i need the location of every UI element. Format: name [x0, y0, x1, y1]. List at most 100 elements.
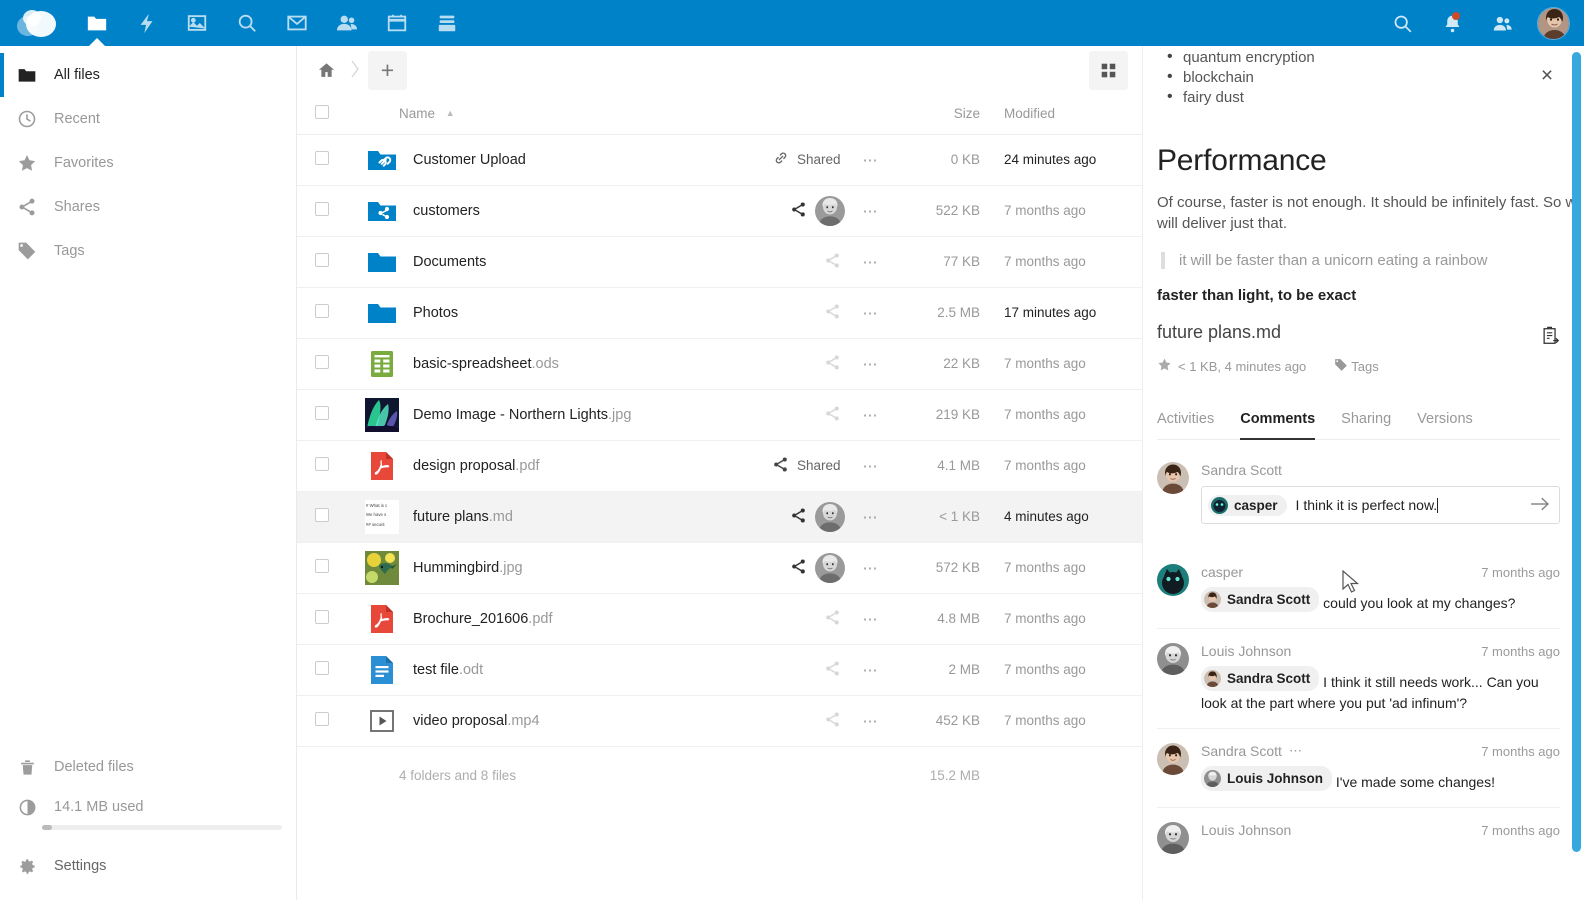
- row-name-cell[interactable]: Documents: [347, 236, 724, 287]
- sidebar-item-favorites[interactable]: Favorites: [0, 141, 296, 185]
- table-row[interactable]: Hummingbird.jpg ⋯ 572 KB 7 months ago: [297, 542, 1142, 593]
- table-row[interactable]: Demo Image - Northern Lights.jpg ⋯ 219 KB 7…: [297, 389, 1142, 440]
- tab-activities[interactable]: Activities: [1157, 411, 1214, 439]
- row-share-cell[interactable]: ⋯: [724, 287, 899, 338]
- sidebar-item-tags[interactable]: Tags: [0, 229, 296, 273]
- new-file-button[interactable]: +: [368, 50, 407, 90]
- table-row[interactable]: Brochure_201606.pdf ⋯ 4.8 MB 7 months ago: [297, 593, 1142, 644]
- app-icon-files[interactable]: [72, 0, 122, 46]
- sidebar-item-deleted-files[interactable]: Deleted files: [0, 745, 296, 789]
- row-actions-button[interactable]: ⋯: [849, 661, 894, 679]
- row-checkbox-cell[interactable]: [297, 644, 347, 695]
- row-checkbox-cell[interactable]: [297, 389, 347, 440]
- row-checkbox-cell[interactable]: [297, 440, 347, 491]
- row-share-cell[interactable]: ⋯: [724, 389, 899, 440]
- sidebar-item-all-files[interactable]: All files: [0, 53, 296, 97]
- avatar[interactable]: [814, 195, 845, 226]
- row-actions-button[interactable]: ⋯: [849, 712, 894, 730]
- app-icon-deck[interactable]: [422, 0, 472, 46]
- app-icon-activity[interactable]: [122, 0, 172, 46]
- row-share-cell[interactable]: Shared ⋯: [724, 134, 899, 185]
- avatar[interactable]: [814, 552, 845, 583]
- table-row[interactable]: # What is c We have s ## securit future pla…: [297, 491, 1142, 542]
- app-icon-search[interactable]: [222, 0, 272, 46]
- app-icon-photos[interactable]: [172, 0, 222, 46]
- tab-comments[interactable]: Comments: [1240, 411, 1315, 440]
- share-button[interactable]: [820, 248, 845, 276]
- app-icon-contacts[interactable]: [322, 0, 372, 46]
- row-actions-button[interactable]: ⋯: [849, 406, 894, 424]
- share-button[interactable]: [820, 707, 845, 735]
- avatar[interactable]: [814, 501, 845, 532]
- mention-chip[interactable]: Sandra Scott: [1201, 587, 1320, 612]
- sidebar-item-recent[interactable]: Recent: [0, 97, 296, 141]
- nextcloud-logo[interactable]: [0, 0, 72, 46]
- search-icon[interactable]: [1377, 0, 1427, 46]
- clipboard-icon[interactable]: [1541, 326, 1560, 349]
- row-checkbox[interactable]: [315, 202, 329, 216]
- tab-sharing[interactable]: Sharing: [1341, 411, 1391, 439]
- avatar[interactable]: [1537, 6, 1570, 40]
- table-row[interactable]: Photos ⋯ 2.5 MB 17 minutes ago: [297, 287, 1142, 338]
- tags-button[interactable]: Tags: [1334, 358, 1379, 375]
- share-link-button[interactable]: Shared: [769, 146, 845, 173]
- table-row[interactable]: basic-spreadsheet.ods ⋯ 22 KB 7 months ago: [297, 338, 1142, 389]
- row-checkbox[interactable]: [315, 559, 329, 573]
- row-checkbox[interactable]: [315, 355, 329, 369]
- select-all-checkbox[interactable]: [315, 105, 329, 120]
- table-row[interactable]: customers ⋯ 522 KB 7 months ago: [297, 185, 1142, 236]
- row-checkbox-cell[interactable]: [297, 134, 347, 185]
- row-name-cell[interactable]: test file.odt: [347, 644, 724, 695]
- share-button[interactable]: [820, 605, 845, 633]
- row-share-cell[interactable]: ⋯: [724, 185, 899, 236]
- row-checkbox-cell[interactable]: [297, 491, 347, 542]
- row-name-cell[interactable]: Brochure_201606.pdf: [347, 593, 724, 644]
- row-checkbox-cell[interactable]: [297, 542, 347, 593]
- row-checkbox-cell[interactable]: [297, 695, 347, 746]
- mention-chip[interactable]: Louis Johnson: [1201, 766, 1332, 791]
- row-share-cell[interactable]: ⋯: [724, 236, 899, 287]
- row-checkbox-cell[interactable]: [297, 287, 347, 338]
- column-header-name[interactable]: Name ▲: [347, 94, 724, 135]
- bell-icon[interactable]: [1427, 0, 1477, 46]
- table-row[interactable]: design proposal.pdf Shared ⋯ 4.1 MB 7 months…: [297, 440, 1142, 491]
- contacts-icon[interactable]: [1477, 0, 1527, 46]
- vertical-scrollbar[interactable]: [1572, 52, 1581, 852]
- app-icon-calendar[interactable]: [372, 0, 422, 46]
- row-share-cell[interactable]: Shared ⋯: [724, 440, 899, 491]
- tab-versions[interactable]: Versions: [1417, 411, 1473, 439]
- row-name-cell[interactable]: Hummingbird.jpg: [347, 542, 724, 593]
- row-name-cell[interactable]: basic-spreadsheet.ods: [347, 338, 724, 389]
- share-button[interactable]: [820, 299, 845, 327]
- row-actions-button[interactable]: ⋯: [849, 304, 894, 322]
- app-icon-mail[interactable]: [272, 0, 322, 46]
- share-button[interactable]: [820, 656, 845, 684]
- row-name-cell[interactable]: # What is c We have s ## securit future pla…: [347, 491, 724, 542]
- mention-chip[interactable]: Sandra Scott: [1201, 666, 1320, 691]
- column-header-size[interactable]: Size: [899, 94, 994, 135]
- table-row[interactable]: Customer Upload Shared ⋯ 0 KB 24 minutes ago: [297, 134, 1142, 185]
- table-row[interactable]: video proposal.mp4 ⋯ 452 KB 7 months ago: [297, 695, 1142, 746]
- row-checkbox[interactable]: [315, 304, 329, 318]
- row-actions-button[interactable]: ⋯: [849, 610, 894, 628]
- row-checkbox-cell[interactable]: [297, 236, 347, 287]
- share-button[interactable]: [820, 350, 845, 378]
- share-button[interactable]: [820, 401, 845, 429]
- comment-input[interactable]: casper I think it is perfect now.: [1201, 486, 1560, 524]
- row-checkbox-cell[interactable]: [297, 338, 347, 389]
- row-checkbox[interactable]: [315, 457, 329, 471]
- row-checkbox[interactable]: [315, 151, 329, 165]
- mention-chip[interactable]: casper: [1208, 494, 1287, 516]
- row-checkbox[interactable]: [315, 406, 329, 420]
- row-checkbox[interactable]: [315, 610, 329, 624]
- select-all-header[interactable]: [297, 94, 347, 135]
- row-share-cell[interactable]: ⋯: [724, 338, 899, 389]
- share-button[interactable]: Shared: [768, 452, 845, 480]
- share-button[interactable]: [786, 197, 811, 225]
- row-checkbox[interactable]: [315, 253, 329, 267]
- row-name-cell[interactable]: Photos: [347, 287, 724, 338]
- sidebar-item-shares[interactable]: Shares: [0, 185, 296, 229]
- table-row[interactable]: Documents ⋯ 77 KB 7 months ago: [297, 236, 1142, 287]
- row-actions-button[interactable]: ⋯: [849, 151, 894, 169]
- row-checkbox-cell[interactable]: [297, 593, 347, 644]
